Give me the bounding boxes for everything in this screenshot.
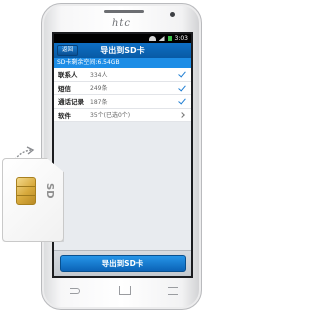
storage-info: SD卡剩余空间:6.54GB: [54, 58, 191, 68]
sim-chip-icon: [16, 177, 36, 205]
back-key-icon[interactable]: [68, 285, 82, 295]
phone-device: htc 3:03 返回 导出到SD卡 SD卡剩余空间:6.54GB 联系人 33…: [41, 3, 202, 310]
status-time: 3:03: [174, 35, 188, 42]
page-title: 导出到SD卡: [100, 46, 145, 55]
row-count: 334人: [90, 71, 108, 79]
row-count: 35个(已选0个): [90, 112, 131, 120]
export-to-sd-button[interactable]: 导出到SD卡: [59, 255, 186, 272]
row-count: 249条: [90, 85, 108, 93]
front-camera: [170, 12, 175, 17]
battery-icon: [167, 36, 172, 41]
list-item-sms[interactable]: 短信 249条: [54, 82, 191, 95]
sd-card-label: SD: [44, 183, 55, 199]
list-item-apps[interactable]: 软件 35个(已选0个): [54, 109, 191, 122]
app-header: 返回 导出到SD卡: [54, 43, 191, 58]
row-label: 联系人: [58, 71, 78, 80]
speaker-grille: [104, 10, 144, 13]
list-item-contacts[interactable]: 联系人 334人: [54, 68, 191, 82]
list-item-call-log[interactable]: 通话记录 187条: [54, 95, 191, 109]
status-bar: 3:03: [54, 34, 191, 43]
row-label: 软件: [58, 111, 71, 120]
back-button[interactable]: 返回: [57, 45, 79, 56]
row-label: 通话记录: [58, 98, 84, 107]
sd-card-image: SD: [2, 158, 64, 242]
app-screen: 3:03 返回 导出到SD卡 SD卡剩余空间:6.54GB 联系人 334人 短…: [52, 32, 193, 278]
export-list: 联系人 334人 短信 249条 通话记录 187条 软件 35个(已选0个): [54, 68, 191, 122]
row-label: 短信: [58, 84, 71, 93]
brand-logo: htc: [111, 18, 132, 29]
home-key-icon[interactable]: [117, 285, 131, 295]
menu-key-icon[interactable]: [166, 285, 180, 295]
bottom-bar: 导出到SD卡: [54, 250, 191, 276]
hardware-softkeys: [68, 284, 180, 296]
signal-icon: [158, 36, 165, 41]
wifi-icon: [148, 36, 156, 41]
row-count: 187条: [90, 98, 108, 106]
